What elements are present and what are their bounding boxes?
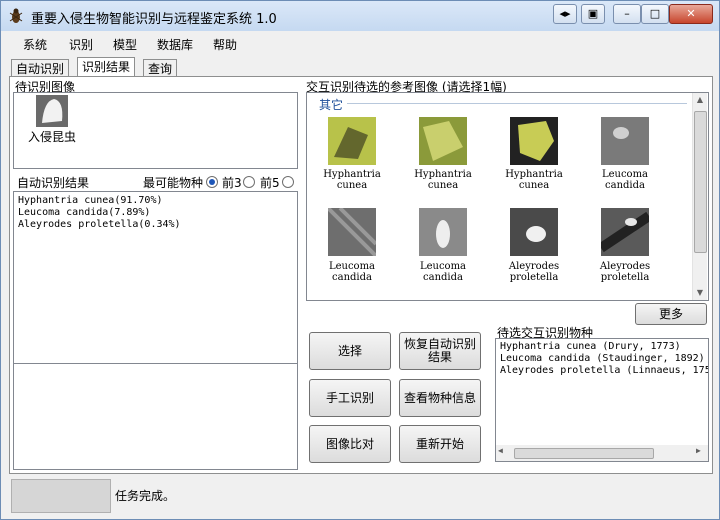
menu-system[interactable]: 系统 — [23, 36, 47, 53]
thumb-caption: Leucoma candida — [601, 169, 649, 191]
menu-recognize[interactable]: 识别 — [69, 36, 93, 53]
reference-image[interactable] — [328, 117, 376, 165]
progress-bar — [11, 479, 111, 513]
list-item[interactable]: Hyphantria cunea (Drury, 1773) — [500, 341, 681, 352]
scroll-left-icon[interactable]: ◀ — [498, 446, 503, 455]
menu-help[interactable]: 帮助 — [213, 36, 237, 53]
list-item[interactable]: Aleyrodes proletella (Linnaeus, 1758) — [500, 365, 708, 376]
menu-bar: 系统 识别 模型 数据库 帮助 — [1, 31, 719, 55]
top3-label: 前3 — [222, 176, 242, 190]
status-bar: 任务完成。 — [1, 475, 719, 519]
thumb-caption: Aleyrodes proletella — [508, 261, 560, 283]
list-item[interactable]: Aleyrodes proletella(0.34%) — [18, 219, 181, 230]
scrollbar-thumb[interactable] — [694, 111, 707, 253]
pending-item-label: 入侵昆虫 — [28, 130, 77, 144]
candidates-hscrollbar[interactable]: ◀ ▶ — [496, 445, 708, 461]
auto-result-label: 自动识别结果 — [17, 176, 90, 190]
window-title: 重要入侵生物智能识别与远程鉴定系统 1.0 — [31, 12, 277, 27]
thumb-caption: Leucoma candida — [419, 261, 467, 283]
status-text: 任务完成。 — [115, 489, 176, 503]
scroll-down-icon[interactable]: ▼ — [693, 286, 707, 300]
pending-image-panel: 入侵昆虫 — [13, 92, 298, 169]
reference-image[interactable] — [419, 208, 467, 256]
thumb-caption: Hyphantria cunea — [323, 169, 381, 191]
maximize-button[interactable]: □ — [641, 4, 669, 24]
detail-panel — [13, 363, 298, 470]
reference-image[interactable] — [510, 208, 558, 256]
candidates-list[interactable]: Hyphantria cunea (Drury, 1773) Leucoma c… — [495, 338, 709, 462]
reference-images-panel: 其它 Hyphantria cunea Hyphantria cunea Hyp… — [306, 92, 709, 301]
menu-model[interactable]: 模型 — [113, 36, 137, 53]
menu-database[interactable]: 数据库 — [157, 36, 193, 53]
insect-image-icon[interactable] — [36, 95, 68, 127]
reference-image[interactable] — [419, 117, 467, 165]
scroll-right-icon[interactable]: ▶ — [696, 446, 701, 455]
top5-label: 前5 — [260, 176, 280, 190]
restore-view-button[interactable]: ▣ — [581, 4, 605, 24]
list-item[interactable]: Leucoma candida(7.89%) — [18, 207, 150, 218]
manual-recognize-button[interactable]: 手工识别 — [309, 379, 391, 417]
scroll-up-icon[interactable]: ▲ — [693, 93, 707, 107]
reference-image[interactable] — [510, 117, 558, 165]
reference-image[interactable] — [601, 117, 649, 165]
tab-results[interactable]: 识别结果 — [77, 57, 136, 78]
minimize-button[interactable]: – — [613, 4, 641, 24]
thumb-caption: Aleyrodes proletella — [599, 261, 651, 283]
top3-radio[interactable] — [206, 176, 218, 188]
select-button[interactable]: 选择 — [309, 332, 391, 370]
image-compare-button[interactable]: 图像比对 — [309, 425, 391, 463]
title-bar: 重要入侵生物智能识别与远程鉴定系统 1.0 ◂▸ ▣ – □ ✕ — [1, 1, 719, 31]
top5-radio-left[interactable] — [243, 176, 255, 188]
thumb-caption: Hyphantria cunea — [505, 169, 563, 191]
auto-result-list[interactable]: Hyphantria cunea(91.70%) Leucoma candida… — [13, 191, 298, 365]
list-item[interactable]: Leucoma candida (Staudinger, 1892) — [500, 353, 705, 364]
restore-auto-result-button[interactable]: 恢复自动识别结果 — [399, 332, 481, 370]
thumb-caption: Leucoma candida — [328, 261, 376, 283]
scrollbar-thumb[interactable] — [514, 448, 654, 459]
nav-arrows-button[interactable]: ◂▸ — [553, 4, 577, 24]
restart-button[interactable]: 重新开始 — [399, 425, 481, 463]
reference-image[interactable] — [598, 208, 652, 256]
species-info-button[interactable]: 查看物种信息 — [399, 379, 481, 417]
list-item[interactable]: Hyphantria cunea(91.70%) — [18, 195, 163, 206]
reference-scrollbar[interactable]: ▲ ▼ — [692, 93, 707, 300]
app-icon — [9, 8, 23, 23]
top5-radio[interactable] — [282, 176, 294, 188]
thumb-caption: Hyphantria cunea — [414, 169, 472, 191]
close-button[interactable]: ✕ — [669, 4, 713, 24]
group-divider — [347, 103, 687, 104]
reference-image[interactable] — [326, 206, 378, 258]
more-button[interactable]: 更多 — [635, 303, 707, 325]
app-window: 重要入侵生物智能识别与远程鉴定系统 1.0 ◂▸ ▣ – □ ✕ 系统 识别 模… — [0, 0, 720, 520]
likely-species-label: 最可能物种 — [143, 176, 204, 190]
group-label: 其它 — [319, 98, 344, 112]
